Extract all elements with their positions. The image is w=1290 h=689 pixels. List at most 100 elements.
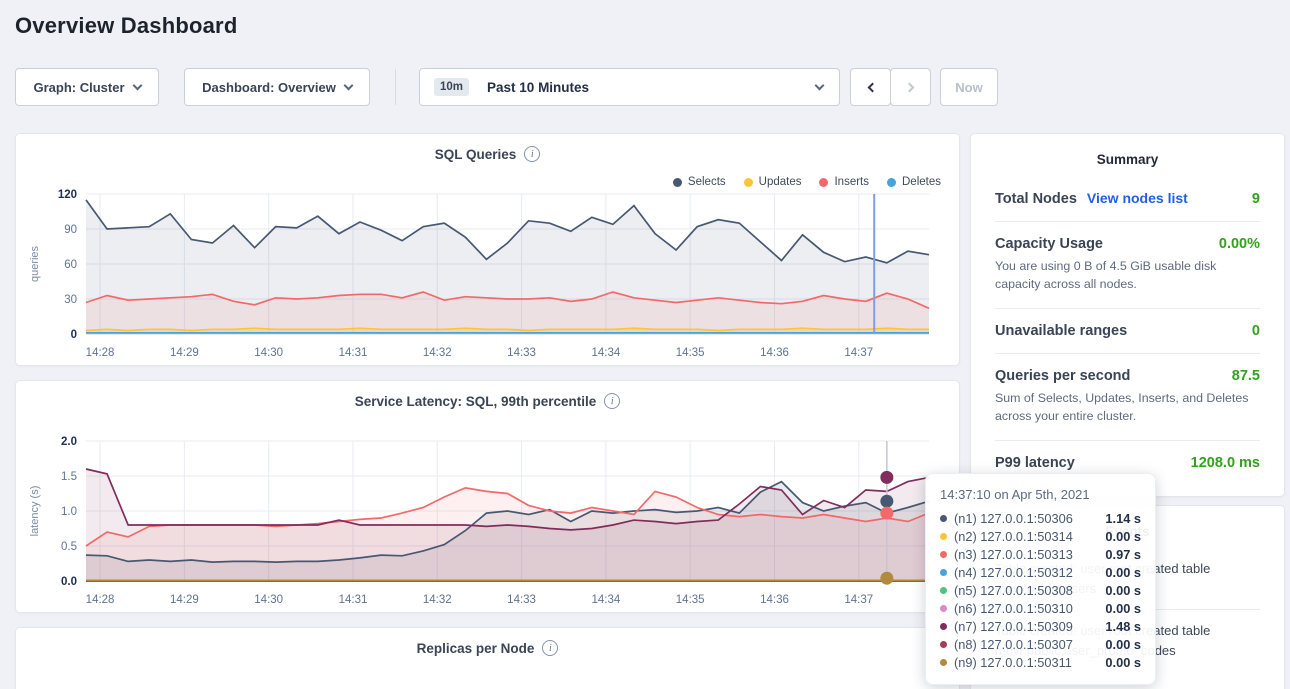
chevron-down-icon xyxy=(815,80,825,90)
chevron-left-icon xyxy=(867,82,877,92)
svg-text:14:34: 14:34 xyxy=(591,347,620,359)
summary-row-queries-per-second: Queries per second 87.5 Sum of Selects, … xyxy=(995,353,1260,440)
svg-text:2.0: 2.0 xyxy=(61,436,77,448)
node-color-dot xyxy=(940,569,947,576)
chart-title-replicas-per-node: Replicas per Node xyxy=(417,641,535,656)
node-address: (n2) 127.0.0.1:50314 xyxy=(954,529,1073,544)
svg-text:14:29: 14:29 xyxy=(170,594,199,606)
summary-label: Queries per second xyxy=(995,368,1130,384)
node-color-dot xyxy=(940,659,947,666)
view-nodes-list-link[interactable]: View nodes list xyxy=(1087,190,1188,206)
tooltip-timestamp: 14:37:10 on Apr 5th, 2021 xyxy=(940,487,1141,502)
tooltip-node-row: (n7) 127.0.0.1:503091.48 s xyxy=(940,617,1141,635)
info-icon[interactable]: i xyxy=(524,146,540,162)
node-latency-value: 0.00 s xyxy=(1105,601,1141,616)
graph-dropdown-label: Graph: Cluster xyxy=(33,80,124,95)
summary-label: Capacity Usage xyxy=(995,236,1103,252)
svg-text:queries: queries xyxy=(29,245,41,282)
chevron-down-icon xyxy=(132,80,142,90)
time-prev-button[interactable] xyxy=(850,68,891,106)
svg-text:14:29: 14:29 xyxy=(170,347,199,359)
time-range-label: Past 10 Minutes xyxy=(487,80,589,95)
chevron-down-icon xyxy=(343,80,353,90)
sql-queries-chart[interactable]: 14:2814:2914:3014:3114:3214:3314:3414:35… xyxy=(24,184,953,360)
svg-text:14:35: 14:35 xyxy=(676,347,705,359)
svg-text:14:37: 14:37 xyxy=(844,594,873,606)
svg-text:14:31: 14:31 xyxy=(339,594,368,606)
summary-panel: Summary Total Nodes View nodes list 9 Ca… xyxy=(970,133,1285,497)
tooltip-node-row: (n5) 127.0.0.1:50308 0.00 s xyxy=(940,581,1141,599)
svg-text:14:35: 14:35 xyxy=(676,594,705,606)
svg-text:0.5: 0.5 xyxy=(61,541,77,553)
svg-text:14:34: 14:34 xyxy=(591,594,620,606)
tooltip-node-row: (n2) 127.0.0.1:50314 0.00 s xyxy=(940,527,1141,545)
now-button[interactable]: Now xyxy=(940,68,998,106)
chart-title-sql-queries: SQL Queries xyxy=(435,147,517,162)
svg-text:14:30: 14:30 xyxy=(254,347,283,359)
chevron-right-icon xyxy=(904,82,914,92)
summary-value: 1208.0 ms xyxy=(1191,455,1260,471)
tooltip-node-row: (n9) 127.0.0.1:50311 0.00 s xyxy=(940,653,1141,671)
node-address: (n8) 127.0.0.1:50307 xyxy=(954,637,1073,652)
time-range-badge: 10m xyxy=(434,78,469,96)
summary-value: 87.5 xyxy=(1232,368,1260,384)
time-next-button[interactable] xyxy=(890,68,931,106)
svg-text:14:30: 14:30 xyxy=(254,594,283,606)
svg-text:14:28: 14:28 xyxy=(86,347,115,359)
overview-dashboard-page: Overview Dashboard Graph: Cluster Dashbo… xyxy=(0,0,1290,689)
node-color-dot xyxy=(940,551,947,558)
node-color-dot xyxy=(940,533,947,540)
node-latency-value: 0.00 s xyxy=(1105,529,1141,544)
chart-title-service-latency: Service Latency: SQL, 99th percentile xyxy=(355,394,597,409)
svg-text:latency (s): latency (s) xyxy=(29,486,41,537)
summary-value: 0.00% xyxy=(1219,236,1260,252)
summary-subtext: You are using 0 B of 4.5 GiB usable disk… xyxy=(995,258,1260,294)
node-address: (n4) 127.0.0.1:50312 xyxy=(954,565,1073,580)
info-icon[interactable]: i xyxy=(542,640,558,656)
svg-text:14:28: 14:28 xyxy=(86,594,115,606)
summary-value: 0 xyxy=(1252,323,1260,339)
service-latency-panel: Service Latency: SQL, 99th percentile i … xyxy=(15,380,960,613)
svg-text:14:36: 14:36 xyxy=(760,347,789,359)
dashboard-dropdown[interactable]: Dashboard: Overview xyxy=(184,68,370,106)
svg-text:0.0: 0.0 xyxy=(61,576,77,588)
svg-text:90: 90 xyxy=(64,224,77,236)
svg-text:0: 0 xyxy=(71,329,77,341)
svg-text:1.0: 1.0 xyxy=(61,506,77,518)
summary-label: P99 latency xyxy=(995,455,1075,471)
svg-text:14:33: 14:33 xyxy=(507,594,536,606)
info-icon[interactable]: i xyxy=(604,393,620,409)
svg-text:1.5: 1.5 xyxy=(61,471,77,483)
node-color-dot xyxy=(940,587,947,594)
svg-text:60: 60 xyxy=(64,259,77,271)
tooltip-node-row: (n1) 127.0.0.1:50306 1.14 s xyxy=(940,509,1141,527)
chart-tooltip: 14:37:10 on Apr 5th, 2021 (n1) 127.0.0.1… xyxy=(925,473,1156,685)
node-latency-value: 0.97 s xyxy=(1105,547,1141,562)
node-latency-value: 0.00 s xyxy=(1105,655,1141,670)
time-range-picker[interactable]: 10m Past 10 Minutes xyxy=(419,68,840,106)
node-address: (n1) 127.0.0.1:50306 xyxy=(954,511,1073,526)
tooltip-node-row: (n4) 127.0.0.1:50312 0.00 s xyxy=(940,563,1141,581)
node-latency-value: 0.00 s xyxy=(1105,637,1141,652)
node-color-dot xyxy=(940,515,947,522)
node-address: (n9) 127.0.0.1:50311 xyxy=(954,655,1072,670)
svg-text:14:32: 14:32 xyxy=(423,594,452,606)
service-latency-chart[interactable]: 14:28 14:29 14:30 14:31 14:32 14:33 14:34 14:35… xyxy=(24,431,953,607)
tooltip-node-row: (n8) 127.0.0.1:50307 0.00 s xyxy=(940,635,1141,653)
node-latency-value: 0.00 s xyxy=(1105,583,1141,598)
sql-queries-panel: SQL Queries i SelectsUpdatesInsertsDelet… xyxy=(15,133,960,366)
node-color-dot xyxy=(940,641,947,648)
node-address: (n5) 127.0.0.1:50308 xyxy=(954,583,1073,598)
toolbar-divider xyxy=(395,69,396,105)
tooltip-node-row: (n3) 127.0.0.1:503130.97 s xyxy=(940,545,1141,563)
graph-dropdown[interactable]: Graph: Cluster xyxy=(15,68,159,106)
replicas-per-node-panel: Replicas per Node i xyxy=(15,627,960,689)
svg-text:14:36: 14:36 xyxy=(760,594,789,606)
node-latency-value: 0.00 s xyxy=(1105,565,1141,580)
summary-row-total-nodes: Total Nodes View nodes list 9 xyxy=(995,176,1260,221)
svg-text:14:33: 14:33 xyxy=(507,347,536,359)
tooltip-node-row: (n6) 127.0.0.1:503100.00 s xyxy=(940,599,1141,617)
summary-row-unavailable-ranges: Unavailable ranges 0 xyxy=(995,308,1260,353)
node-latency-value: 1.14 s xyxy=(1105,511,1141,526)
summary-label: Total Nodes xyxy=(995,191,1077,207)
